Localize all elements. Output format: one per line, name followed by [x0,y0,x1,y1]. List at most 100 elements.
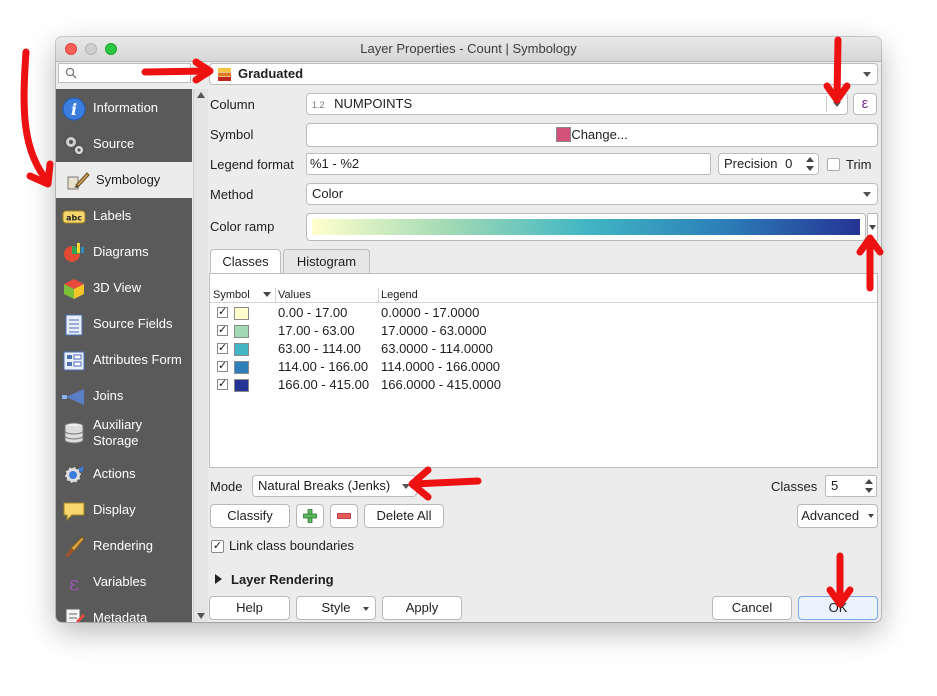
trim-checkbox[interactable] [827,158,840,171]
class-symbol-swatch[interactable] [234,379,249,392]
rendering-icon [62,535,86,559]
sidebar-item-label: Actions [93,466,136,481]
close-window-button[interactable] [65,43,77,55]
class-legend[interactable]: 166.0000 - 415.0000 [381,377,501,392]
class-visible-checkbox[interactable]: ✓ [217,325,228,336]
symbol-label: Symbol [210,127,254,142]
layer-rendering-section[interactable]: Layer Rendering [231,572,334,587]
link-boundaries-checkbox[interactable]: ✓ [211,540,224,553]
source-icon [62,133,86,157]
class-visible-checkbox[interactable]: ✓ [217,361,228,372]
sidebar-item-joins[interactable]: Joins [56,378,192,414]
color-ramp-button[interactable] [306,213,866,241]
renderer-type-value: Graduated [238,66,304,81]
table-header: Symbol Values Legend [210,288,877,303]
class-symbol-swatch[interactable] [234,307,249,320]
spinner-arrows-icon[interactable] [865,479,873,493]
class-symbol-swatch[interactable] [234,343,249,356]
window-title: Layer Properties - Count | Symbology [360,41,577,56]
class-legend[interactable]: 63.0000 - 114.0000 [381,341,493,356]
trim-label: Trim [846,157,872,172]
sidebar-item-auxiliary-storage[interactable]: Auxiliary Storage [56,414,192,450]
sidebar-item-diagrams[interactable]: Diagrams [56,234,192,270]
sidebar-item-information[interactable]: i Information [56,90,192,126]
class-values[interactable]: 166.00 - 415.00 [278,377,369,392]
sidebar-item-label: Attributes Form [93,352,182,367]
advanced-button[interactable]: Advanced [797,504,878,528]
mode-combo[interactable]: Natural Breaks (Jenks) [252,475,417,497]
tab-histogram[interactable]: Histogram [283,249,370,273]
minimize-window-button[interactable] [85,43,97,55]
column-combo[interactable]: 1.2 NUMPOINTS [306,93,848,115]
class-visible-checkbox[interactable]: ✓ [217,307,228,318]
sidebar-item-actions[interactable]: Actions [56,456,192,492]
remove-class-button[interactable] [330,504,358,528]
search-input[interactable] [58,63,191,83]
table-row[interactable]: ✓ 166.00 - 415.00 166.0000 - 415.0000 [210,376,877,394]
class-symbol-swatch[interactable] [234,325,249,338]
precision-label: Precision [724,156,778,171]
sidebar-item-variables[interactable]: ε Variables [56,564,192,600]
class-values[interactable]: 114.00 - 166.00 [278,359,368,374]
symbol-preview [556,127,572,142]
class-legend[interactable]: 114.0000 - 166.0000 [381,359,500,374]
class-values[interactable]: 63.00 - 114.00 [278,341,361,356]
tab-classes[interactable]: Classes [210,249,281,273]
table-row[interactable]: ✓ 114.00 - 166.00 114.0000 - 166.0000 [210,358,877,376]
style-button[interactable]: Style [296,596,376,620]
help-button[interactable]: Help [209,596,290,620]
sidebar-item-label: 3D View [93,280,142,295]
zoom-window-button[interactable] [105,43,117,55]
sidebar-item-attributes-form[interactable]: Attributes Form [56,342,192,378]
svg-text:i: i [71,100,77,119]
graduated-icon [218,68,231,81]
cancel-button[interactable]: Cancel [712,596,792,620]
ok-button[interactable]: OK [798,596,878,620]
class-values[interactable]: 0.00 - 17.00 [278,305,347,320]
attributes-form-icon [62,349,86,373]
svg-text:ε: ε [69,571,79,595]
sidebar-item-3d-view[interactable]: 3D View [56,270,192,306]
class-visible-checkbox[interactable]: ✓ [217,343,228,354]
title-bar: Layer Properties - Count | Symbology [56,37,881,62]
add-class-button[interactable] [296,504,324,528]
expression-button[interactable]: ε [853,93,877,115]
classify-button[interactable]: Classify [210,504,290,528]
sidebar-item-symbology[interactable]: Symbology [56,162,192,198]
color-ramp-dropdown[interactable] [867,213,878,241]
sidebar-item-display[interactable]: Display [56,492,192,528]
table-row[interactable]: ✓ 17.00 - 63.00 17.0000 - 63.0000 [210,322,877,340]
method-combo[interactable]: Color [306,183,878,205]
table-row[interactable]: ✓ 0.00 - 17.00 0.0000 - 17.0000 [210,304,877,322]
apply-button[interactable]: Apply [382,596,462,620]
legend-format-input[interactable]: %1 - %2 [306,153,711,175]
sidebar-item-source-fields[interactable]: Source Fields [56,306,192,342]
header-legend[interactable]: Legend [381,288,418,302]
precision-spinbox[interactable]: Precision 0 [718,153,819,175]
sidebar-item-source[interactable]: Source [56,126,192,162]
classes-count-label: Classes [771,479,818,494]
sidebar-item-label: Rendering [93,538,153,553]
classes-count-spinbox[interactable]: 5 [825,475,877,497]
class-symbol-swatch[interactable] [234,361,249,374]
delete-all-button[interactable]: Delete All [364,504,444,528]
expand-arrow-icon[interactable] [215,574,222,584]
header-symbol[interactable]: Symbol [213,288,250,302]
change-symbol-button[interactable]: Change... [306,123,878,147]
header-values[interactable]: Values [278,288,311,302]
class-visible-checkbox[interactable]: ✓ [217,379,228,390]
info-icon: i [62,97,86,121]
sidebar-item-labels[interactable]: abc Labels [56,198,192,234]
renderer-type-combo[interactable]: Graduated [209,63,878,85]
class-legend[interactable]: 0.0000 - 17.0000 [381,305,479,320]
sidebar-item-metadata[interactable]: Metadata [56,600,192,622]
sidebar-item-label: Source [93,136,135,151]
table-row[interactable]: ✓ 63.00 - 114.00 63.0000 - 114.0000 [210,340,877,358]
sidebar-item-rendering[interactable]: Rendering [56,528,192,564]
symbology-icon [66,169,90,193]
sidebar-scrollbar[interactable] [193,89,208,622]
class-legend[interactable]: 17.0000 - 63.0000 [381,323,487,338]
spinner-arrows-icon[interactable] [806,157,814,171]
chevron-down-icon [863,192,871,197]
class-values[interactable]: 17.00 - 63.00 [278,323,355,338]
